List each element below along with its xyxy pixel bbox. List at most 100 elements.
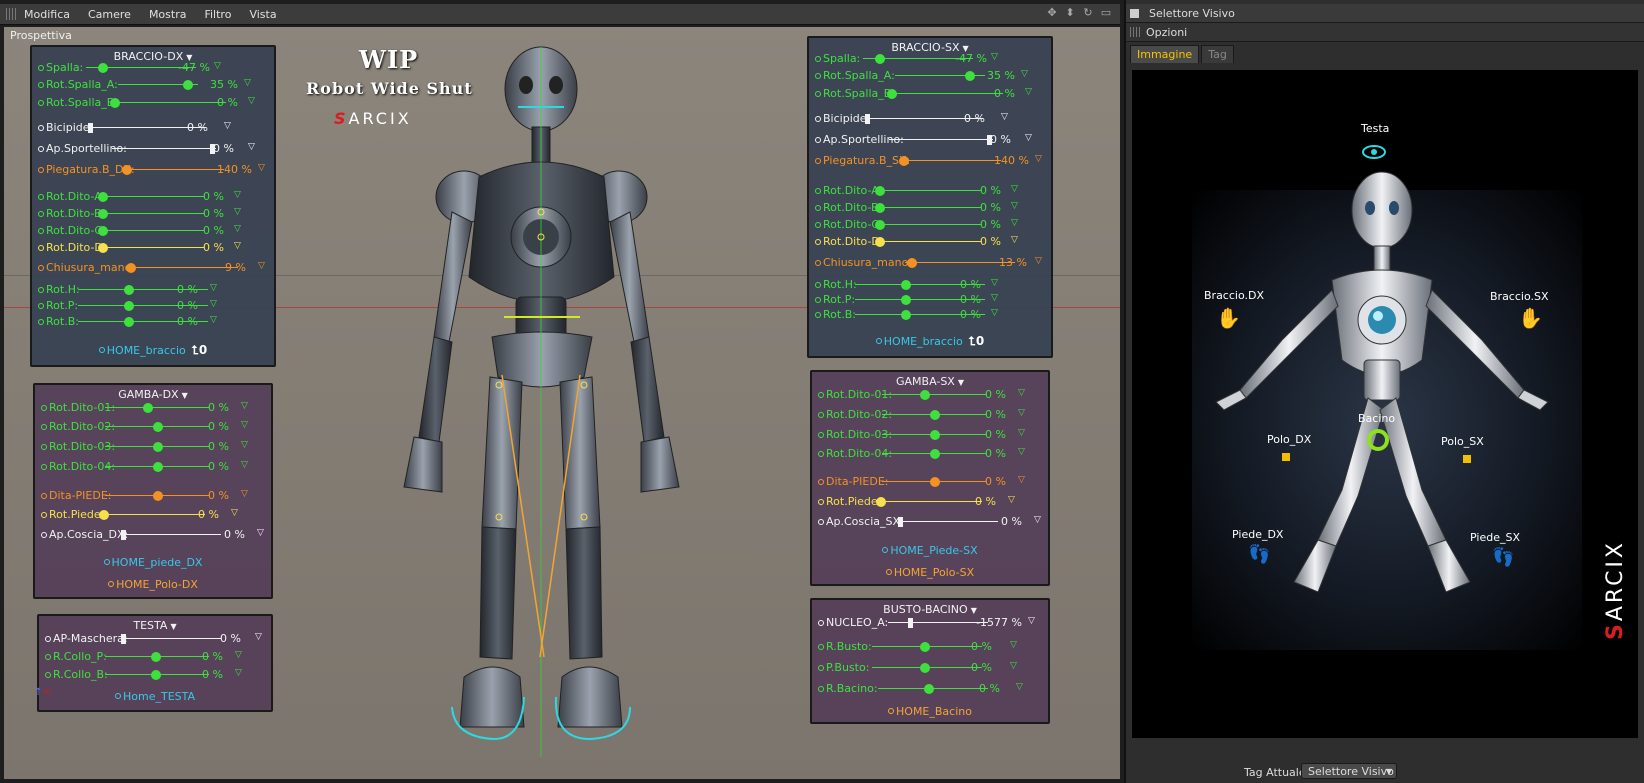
- slider-rot-b[interactable]: Rot.B: 0 % ▽: [38, 315, 268, 329]
- current-tag-label: Tag Attuale: [1244, 766, 1306, 779]
- slider-rot-dito-d[interactable]: Rot.Dito-D: 0 % ▽: [38, 241, 268, 255]
- slider-rot-dito-02[interactable]: Rot.Dito-02: 0 % ▽: [818, 408, 1042, 422]
- slider-r-bacino[interactable]: R.Bacino: 0 % ▽: [818, 682, 1042, 696]
- slider-r-collo-p[interactable]: R.Collo_P: 0 % ▽: [45, 650, 265, 664]
- slider-piegatura-b-dx[interactable]: Piegatura.B_DX: 140 % ▽: [38, 163, 268, 177]
- tab-immagine[interactable]: Immagine: [1130, 45, 1200, 63]
- label-piede-dx[interactable]: Piede_DX: [1232, 528, 1283, 541]
- slider-rot-dito-c[interactable]: Rot.Dito-C: 0 % ▽: [38, 224, 268, 238]
- polo-dx-marker[interactable]: [1282, 453, 1290, 461]
- slider-rot-dito-03[interactable]: Rot.Dito-03: 0 % ▽: [41, 440, 265, 454]
- slider-rot-dito-c[interactable]: Rot.Dito-C: 0 % ▽: [815, 218, 1045, 232]
- menu-mostra[interactable]: Mostra: [149, 8, 187, 21]
- current-tag-select[interactable]: Selettore Visivo ▼: [1301, 763, 1397, 779]
- slider-piegatura-b-sx[interactable]: Piegatura.B_SX: 140 % ▽: [815, 154, 1045, 168]
- home-braccio-dx-button[interactable]: HOME_braccio ⮤0: [32, 343, 274, 358]
- menu-camere[interactable]: Camere: [88, 8, 131, 21]
- slider-ap-maschera[interactable]: AP-Maschera: 0 % ▽: [45, 632, 265, 646]
- slider-rot-dito-01[interactable]: Rot.Dito-01: 0 % ▽: [41, 401, 265, 415]
- hand-sx-icon[interactable]: ✋: [1518, 306, 1543, 330]
- slider-rot-dito-04[interactable]: Rot.Dito-04: 0 % ▽: [818, 447, 1042, 461]
- slider-rot-spalla-a[interactable]: Rot.Spalla_A: 35 % ▽: [38, 78, 268, 92]
- label-polo-dx[interactable]: Polo_DX: [1267, 433, 1311, 446]
- sarcix-logo-vertical: SARCIX: [1603, 540, 1628, 641]
- reset-icon: ⮤0: [191, 343, 208, 357]
- slider-rot-p[interactable]: Rot.P: 0 % ▽: [38, 299, 268, 313]
- home-piede-sx-button[interactable]: HOME_Piede-SX: [812, 544, 1048, 557]
- label-braccio-sx[interactable]: Braccio.SX: [1490, 290, 1549, 303]
- slider-rot-b[interactable]: Rot.B: 0 % ▽: [815, 308, 1045, 322]
- slider-p-busto[interactable]: P.Busto: 0 % ▽: [818, 661, 1042, 675]
- slider-r-collo-b[interactable]: R.Collo_B: 0 % ▽: [45, 668, 265, 682]
- menu-filtro[interactable]: Filtro: [204, 8, 231, 21]
- slider-rot-dito-b[interactable]: Rot.Dito-B: 0 % ▽: [38, 207, 268, 221]
- grip-icon[interactable]: [1130, 27, 1140, 37]
- slider-chiusura-mano[interactable]: Chiusura_mano: 9 % ▽: [38, 261, 268, 275]
- slider-spalla[interactable]: Spalla: -47 % ▽: [38, 61, 268, 75]
- slider-ap-sportellino[interactable]: Ap.Sportellino: 0 % ▽: [815, 133, 1045, 147]
- slider-rot-p[interactable]: Rot.P: 0 % ▽: [815, 293, 1045, 307]
- slider-rot-dito-a[interactable]: Rot.Dito-A: 0 % ▽: [815, 184, 1045, 198]
- polo-sx-marker[interactable]: [1463, 455, 1471, 463]
- slider-rot-h[interactable]: Rot.H: 0 % ▽: [38, 283, 268, 297]
- selector-image-canvas[interactable]: Testa Braccio.DX ✋ Braccio.SX ✋ Bacino P…: [1132, 70, 1638, 738]
- panel-title: GAMBA-SX ▼: [895, 375, 964, 388]
- dolly-view-icon[interactable]: ⬍: [1064, 7, 1076, 19]
- slider-rot-dito-a[interactable]: Rot.Dito-A: 0 % ▽: [38, 190, 268, 204]
- window-square-icon[interactable]: [1130, 8, 1139, 18]
- grip-icon[interactable]: [6, 8, 18, 20]
- slider-rot-spalla-b[interactable]: Rot.Spalla_B: 0 % ▽: [815, 87, 1045, 101]
- collapse-icon[interactable]: ▼: [182, 391, 188, 400]
- menu-modifica[interactable]: Modifica: [24, 8, 70, 21]
- slider-rot-h[interactable]: Rot.H: 0 % ▽: [815, 278, 1045, 292]
- slider-ap-coscia-dx[interactable]: Ap.Coscia_DX: 0 % ▽: [41, 528, 265, 542]
- slider-dita-piede[interactable]: Dita-PIEDE: 0 % ▽: [41, 489, 265, 503]
- slider-spalla[interactable]: Spalla: -47 % ▽: [815, 52, 1045, 66]
- hand-dx-icon[interactable]: ✋: [1216, 306, 1241, 330]
- home-braccio-sx-button[interactable]: HOME_braccio ⮤0: [809, 334, 1051, 349]
- slider-rot-piede[interactable]: Rot.Piede: 0 % ▽: [818, 495, 1042, 509]
- slider-rot-dito-04[interactable]: Rot.Dito-04: 0 % ▽: [41, 460, 265, 474]
- slider-chiusura-mano[interactable]: Chiusura_mano: 13 % ▽: [815, 256, 1045, 270]
- home-polo-sx-button[interactable]: HOME_Polo-SX: [812, 566, 1048, 579]
- foot-dx-icon[interactable]: 👣: [1248, 544, 1270, 565]
- slider-ap-sportellino[interactable]: Ap.Sportellino: 0 % ▽: [38, 142, 268, 156]
- options-menu[interactable]: Opzioni: [1146, 26, 1187, 39]
- collapse-icon[interactable]: ▼: [958, 378, 964, 387]
- scene-canvas[interactable]: Prospettiva WIP Robot Wide Shut SARCIX B…: [4, 27, 1120, 779]
- label-piede-sx[interactable]: Piede_SX: [1470, 531, 1520, 544]
- home-polo-dx-button[interactable]: HOME_Polo-DX: [35, 578, 271, 591]
- robot-model[interactable]: [394, 37, 714, 767]
- slider-nucleo-a[interactable]: NUCLEO_A: -1577 % ▽: [818, 616, 1042, 630]
- slider-dita-piede[interactable]: Dita-PIEDE: 0 % ▽: [818, 475, 1042, 489]
- slider-rot-spalla-b[interactable]: Rot.Spalla_B: 0 % ▽: [38, 96, 268, 110]
- slider-rot-dito-01[interactable]: Rot.Dito-01: 0 % ▽: [818, 388, 1042, 402]
- label-bacino[interactable]: Bacino: [1358, 412, 1395, 425]
- home-piede-dx-button[interactable]: HOME_piede_DX: [35, 556, 271, 569]
- tab-tag[interactable]: Tag: [1201, 45, 1234, 63]
- foot-sx-icon[interactable]: 👣: [1492, 547, 1514, 568]
- menu-vista[interactable]: Vista: [249, 8, 276, 21]
- slider-rot-piede[interactable]: Rot.Piede: 0 % ▽: [41, 508, 265, 522]
- viewport-menubar: Modifica Camere Mostra Filtro Vista ✥ ⬍ …: [0, 4, 1120, 25]
- rotate-view-icon[interactable]: ↻: [1082, 7, 1094, 19]
- slider-r-busto[interactable]: R.Busto: 0 % ▽: [818, 640, 1042, 654]
- robot-preview: [1215, 145, 1549, 593]
- slider-ap-coscia-sx[interactable]: Ap.Coscia_SX: 0 % ▽: [818, 515, 1042, 529]
- label-braccio-dx[interactable]: Braccio.DX: [1204, 289, 1264, 302]
- slider-rot-dito-02[interactable]: Rot.Dito-02: 0 % ▽: [41, 420, 265, 434]
- maximize-view-icon[interactable]: ▭: [1100, 7, 1112, 19]
- slider-rot-spalla-a[interactable]: Rot.Spalla_A: 35 % ▽: [815, 69, 1045, 83]
- slider-rot-dito-03[interactable]: Rot.Dito-03: 0 % ▽: [818, 428, 1042, 442]
- home-bacino-button[interactable]: HOME_Bacino: [812, 705, 1048, 718]
- slider-bicipide[interactable]: Bicipide: 0 % ▽: [815, 112, 1045, 126]
- collapse-icon[interactable]: ▼: [170, 622, 176, 631]
- slider-bicipide[interactable]: Bicipide: 0 % ▽: [38, 121, 268, 135]
- label-testa[interactable]: Testa: [1361, 122, 1389, 135]
- label-polo-sx[interactable]: Polo_SX: [1441, 435, 1484, 448]
- collapse-icon[interactable]: ▼: [971, 606, 977, 615]
- home-testa-button[interactable]: Home_TESTA: [39, 690, 271, 703]
- slider-rot-dito-b[interactable]: Rot.Dito-B: 0 % ▽: [815, 201, 1045, 215]
- slider-rot-dito-d[interactable]: Rot.Dito-D: 0 % ▽: [815, 235, 1045, 249]
- move-view-icon[interactable]: ✥: [1046, 7, 1058, 19]
